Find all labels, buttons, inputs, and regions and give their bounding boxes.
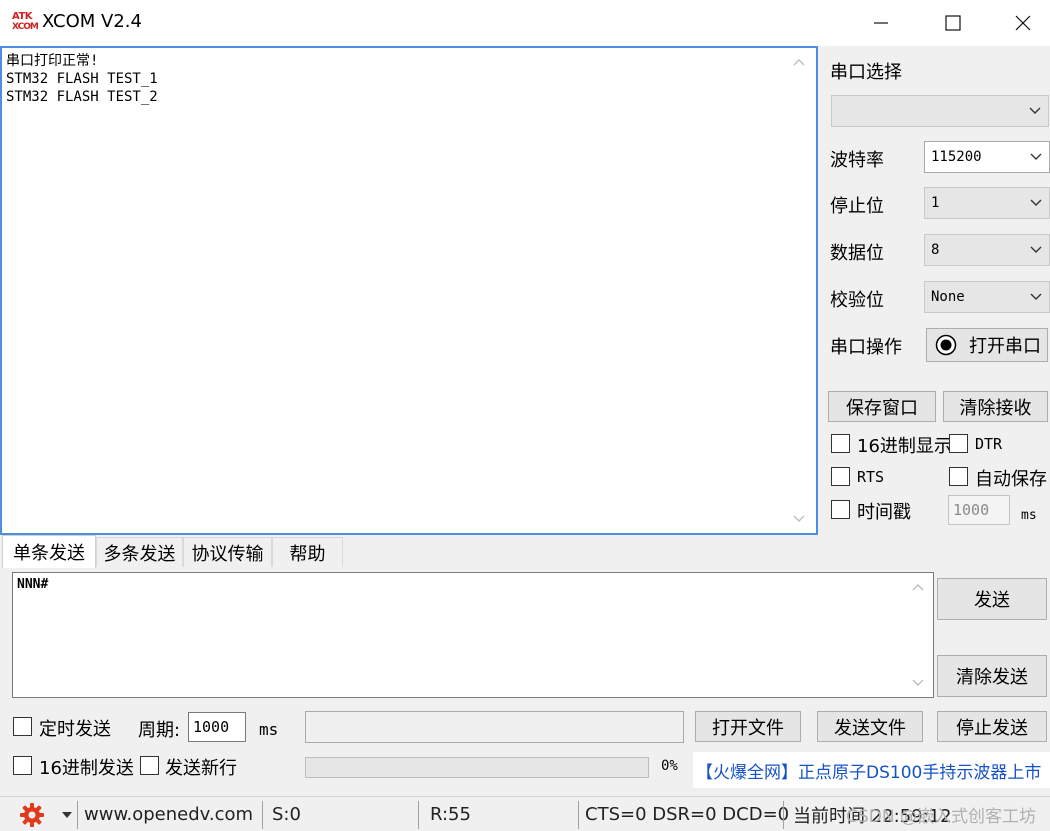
receive-text: 串口打印正常! STM32 FLASH TEST_1 STM32 FLASH T… [6,53,158,105]
hex-display-checkbox[interactable] [831,434,850,453]
period-unit: ms [259,720,279,739]
chevron-down-icon [1027,282,1045,312]
minimize-button[interactable] [846,0,916,46]
gear-icon [20,802,44,827]
open-port-label: 打开串口 [969,336,1041,357]
status-bar: www.openedv.com S:0 R:55 CTS=0 DSR=0 DCD… [0,796,1050,831]
send-text: NNN# [17,577,49,592]
open-file-button[interactable]: 打开文件 [695,711,801,742]
parity-label: 校验位 [830,290,884,311]
chevron-down-icon [1027,142,1045,172]
port-select-label: 串口选择 [830,62,902,83]
stopbits-label: 停止位 [830,196,884,217]
send-textarea[interactable]: NNN# [12,572,934,698]
tab-multi-send[interactable]: 多条发送 [96,537,183,567]
rts-checkbox[interactable] [831,467,850,486]
send-button[interactable]: 发送 [937,578,1047,620]
dtr-label: DTR [975,435,1003,453]
timestamp-checkbox[interactable] [831,500,850,519]
timestamp-unit: ms [1021,508,1037,523]
file-path-input[interactable] [305,711,684,743]
parity-select[interactable]: None [924,281,1050,313]
tab-single-send[interactable]: 单条发送 [2,535,96,568]
open-port-button[interactable]: 打开串口 [926,328,1048,362]
tab-protocol[interactable]: 协议传输 [183,537,272,567]
progress-percent: 0% [661,758,678,774]
timestamp-input[interactable]: 1000 [948,495,1010,525]
scroll-down-icon[interactable] [909,675,927,693]
port-select[interactable] [831,95,1049,127]
period-label: 周期: [138,720,181,741]
close-button[interactable] [988,0,1050,46]
hex-send-checkbox[interactable] [13,756,32,775]
send-newline-checkbox[interactable] [140,756,159,775]
timestamp-label: 时间戳 [857,502,911,523]
databits-select[interactable]: 8 [924,234,1050,266]
sent-count: S:0 [272,804,301,825]
line-status: CTS=0 DSR=0 DCD=0 [585,804,790,825]
send-progress-bar [305,757,649,778]
settings-dropdown-icon[interactable] [62,797,72,831]
close-icon [1015,15,1031,31]
timed-send-label: 定时发送 [39,719,111,740]
scroll-up-icon[interactable] [790,54,808,72]
save-window-button[interactable]: 保存窗口 [828,391,936,422]
stopbits-select[interactable]: 1 [924,187,1050,219]
tab-help[interactable]: 帮助 [272,537,343,567]
hex-display-label: 16进制显示 [857,436,952,457]
port-op-label: 串口操作 [830,337,902,358]
hex-send-label: 16进制发送 [39,758,134,779]
send-file-button[interactable]: 发送文件 [817,711,923,742]
received-count: R:55 [430,804,471,825]
send-newline-label: 发送新行 [165,758,237,779]
scroll-up-icon[interactable] [909,579,927,597]
chevron-down-icon [1026,96,1044,126]
baud-select[interactable]: 115200 [924,141,1050,173]
title-bar: ATK XCOM XCOM V2.4 [0,0,1050,46]
clear-send-button[interactable]: 清除发送 [937,655,1047,697]
databits-label: 数据位 [830,243,884,264]
chevron-down-icon [1027,188,1045,218]
dtr-checkbox[interactable] [949,434,968,453]
chevron-down-icon [1027,235,1045,265]
stop-send-button[interactable]: 停止发送 [937,711,1047,742]
timed-send-checkbox[interactable] [13,717,32,736]
maximize-button[interactable] [918,0,988,46]
promo-link[interactable]: 【火爆全网】正点原子DS100手持示波器上市 [693,752,1050,788]
port-status-icon [935,334,957,356]
website-link[interactable]: www.openedv.com [84,797,253,831]
auto-save-label: 自动保存 [975,469,1047,490]
rts-label: RTS [857,468,885,486]
clear-receive-button[interactable]: 清除接收 [943,391,1048,422]
maximize-icon [945,15,961,31]
period-input[interactable]: 1000 [188,712,246,742]
baud-label: 波特率 [830,150,884,171]
app-logo: ATK XCOM [12,11,39,32]
minimize-icon [874,22,888,24]
watermark: CSDN @嵌入式创客工坊 [846,807,1036,827]
receive-textarea[interactable]: 串口打印正常! STM32 FLASH TEST_1 STM32 FLASH T… [0,46,818,535]
scroll-down-icon[interactable] [790,511,808,529]
auto-save-checkbox[interactable] [949,467,968,486]
settings-gear-button[interactable] [18,797,46,831]
window-title: XCOM V2.4 [42,11,142,32]
